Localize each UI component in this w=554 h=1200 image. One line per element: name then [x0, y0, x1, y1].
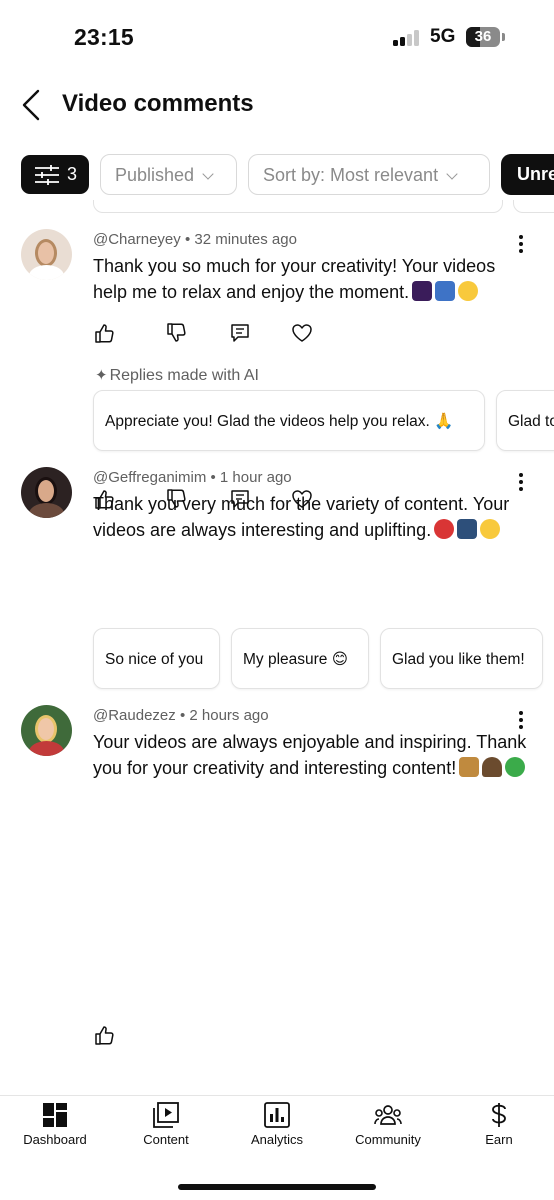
nav-community[interactable]: Community [333, 1102, 443, 1147]
previous-reply-chip-edge [93, 200, 503, 213]
comment-time: 1 hour ago [219, 469, 292, 486]
analytics-chart-icon [264, 1102, 290, 1128]
sparkle-icon: ✦ [95, 367, 108, 384]
battery-icon: 36 [466, 27, 500, 47]
avatar[interactable] [21, 229, 72, 280]
suggested-reply-chip[interactable]: My pleasure 😊 [231, 628, 369, 689]
comment-author[interactable]: @Charneyey [93, 231, 181, 248]
page-title: Video comments [62, 90, 254, 117]
previous-reply-chip-edge [513, 200, 554, 213]
comment-author[interactable]: @Raudezez [93, 707, 176, 724]
comment-meta: @Geffreganimim • 1 hour ago [93, 469, 292, 486]
sort-chip-label: Sort by: Most relevant [263, 165, 439, 185]
sliders-icon [35, 165, 59, 185]
community-people-icon [374, 1105, 402, 1125]
dollar-sign-icon [492, 1103, 506, 1127]
content-library-icon [153, 1102, 179, 1128]
nav-dashboard-label: Dashboard [23, 1132, 87, 1147]
camel-emoji [459, 757, 480, 777]
comment-meta: @Charneyey • 32 minutes ago [93, 231, 297, 248]
ai-replies-label: ✦ Replies made with AI [95, 366, 259, 385]
more-options-button[interactable] [510, 233, 532, 255]
thumbs-up-icon[interactable] [93, 1024, 115, 1046]
thumbs-down-icon[interactable] [165, 322, 187, 344]
shamrock-emoji [505, 757, 526, 777]
more-options-button[interactable] [510, 709, 532, 731]
suggested-reply-chip[interactable]: Appreciate you! Glad the videos help you… [93, 390, 485, 451]
chevron-down-icon [446, 168, 458, 180]
comment-text: Thank you very much for the variety of c… [93, 491, 533, 543]
ping-pong-emoji [434, 519, 455, 539]
filter-count: 3 [67, 164, 78, 184]
dashboard-icon [43, 1103, 67, 1127]
heart-icon[interactable] [291, 488, 313, 510]
suggested-reply-chip[interactable]: So nice of you [93, 628, 220, 689]
back-button[interactable] [18, 88, 48, 122]
home-indicator [178, 1184, 376, 1190]
reply-comment-icon[interactable] [229, 322, 251, 344]
nav-content[interactable]: Content [111, 1102, 221, 1147]
heart-icon[interactable] [291, 322, 313, 344]
nav-community-label: Community [355, 1132, 421, 1147]
thumbs-up-icon[interactable] [93, 322, 115, 344]
thumbs-up-icon[interactable] [93, 488, 115, 510]
nav-content-label: Content [143, 1132, 189, 1147]
nav-analytics[interactable]: Analytics [222, 1102, 332, 1147]
sort-chip[interactable]: Sort by: Most relevant [248, 154, 490, 195]
unread-chip[interactable]: Unre [501, 154, 554, 195]
comments-list[interactable]: @Charneyey • 32 minutes ago Thank you so… [0, 200, 554, 1095]
unread-chip-label: Unre [517, 164, 554, 184]
more-options-button[interactable] [510, 471, 532, 493]
chevron-down-icon [202, 168, 214, 180]
nav-analytics-label: Analytics [250, 1132, 304, 1147]
published-filter-chip[interactable]: Published [100, 154, 237, 195]
status-time: 23:15 [74, 24, 134, 50]
shooting-star-emoji [435, 281, 456, 301]
chevron-left-icon [22, 89, 40, 121]
suggested-reply-chip[interactable]: Glad you like them! [380, 628, 543, 689]
network-type: 5G [430, 26, 456, 47]
avatar[interactable] [21, 705, 72, 756]
ai-replies-label-text: Replies made with AI [109, 367, 259, 384]
city-night-emoji [457, 519, 478, 539]
comment-text: Thank you so much for your creativity! Y… [93, 253, 533, 305]
comment-text: Your videos are always enjoyable and ins… [93, 729, 533, 781]
avatar[interactable] [21, 467, 72, 518]
nav-earn[interactable]: Earn [444, 1102, 554, 1147]
status-bar: 23:15 5G 36 [0, 0, 554, 70]
fireworks-emoji [412, 281, 433, 301]
comment-time: 2 hours ago [189, 707, 269, 724]
comment-meta: @Raudezez • 2 hours ago [93, 707, 269, 724]
battery-level: 36 [474, 28, 492, 45]
published-chip-label: Published [115, 165, 195, 185]
battery-tip [502, 33, 505, 41]
filter-button[interactable]: 3 [21, 155, 89, 194]
pleading-face-emoji [458, 281, 479, 301]
smiling-face-emoji [480, 519, 501, 539]
suggested-reply-chip[interactable]: Glad to [496, 390, 554, 451]
comment-time: 32 minutes ago [194, 231, 297, 248]
nav-dashboard[interactable]: Dashboard [0, 1102, 110, 1147]
thumbs-down-icon[interactable] [165, 488, 187, 510]
reply-comment-icon[interactable] [229, 488, 251, 510]
cellular-signal-icon [393, 30, 421, 46]
nav-earn-label: Earn [485, 1132, 513, 1147]
hut-emoji [482, 757, 503, 777]
comment-author[interactable]: @Geffreganimim [93, 469, 206, 486]
